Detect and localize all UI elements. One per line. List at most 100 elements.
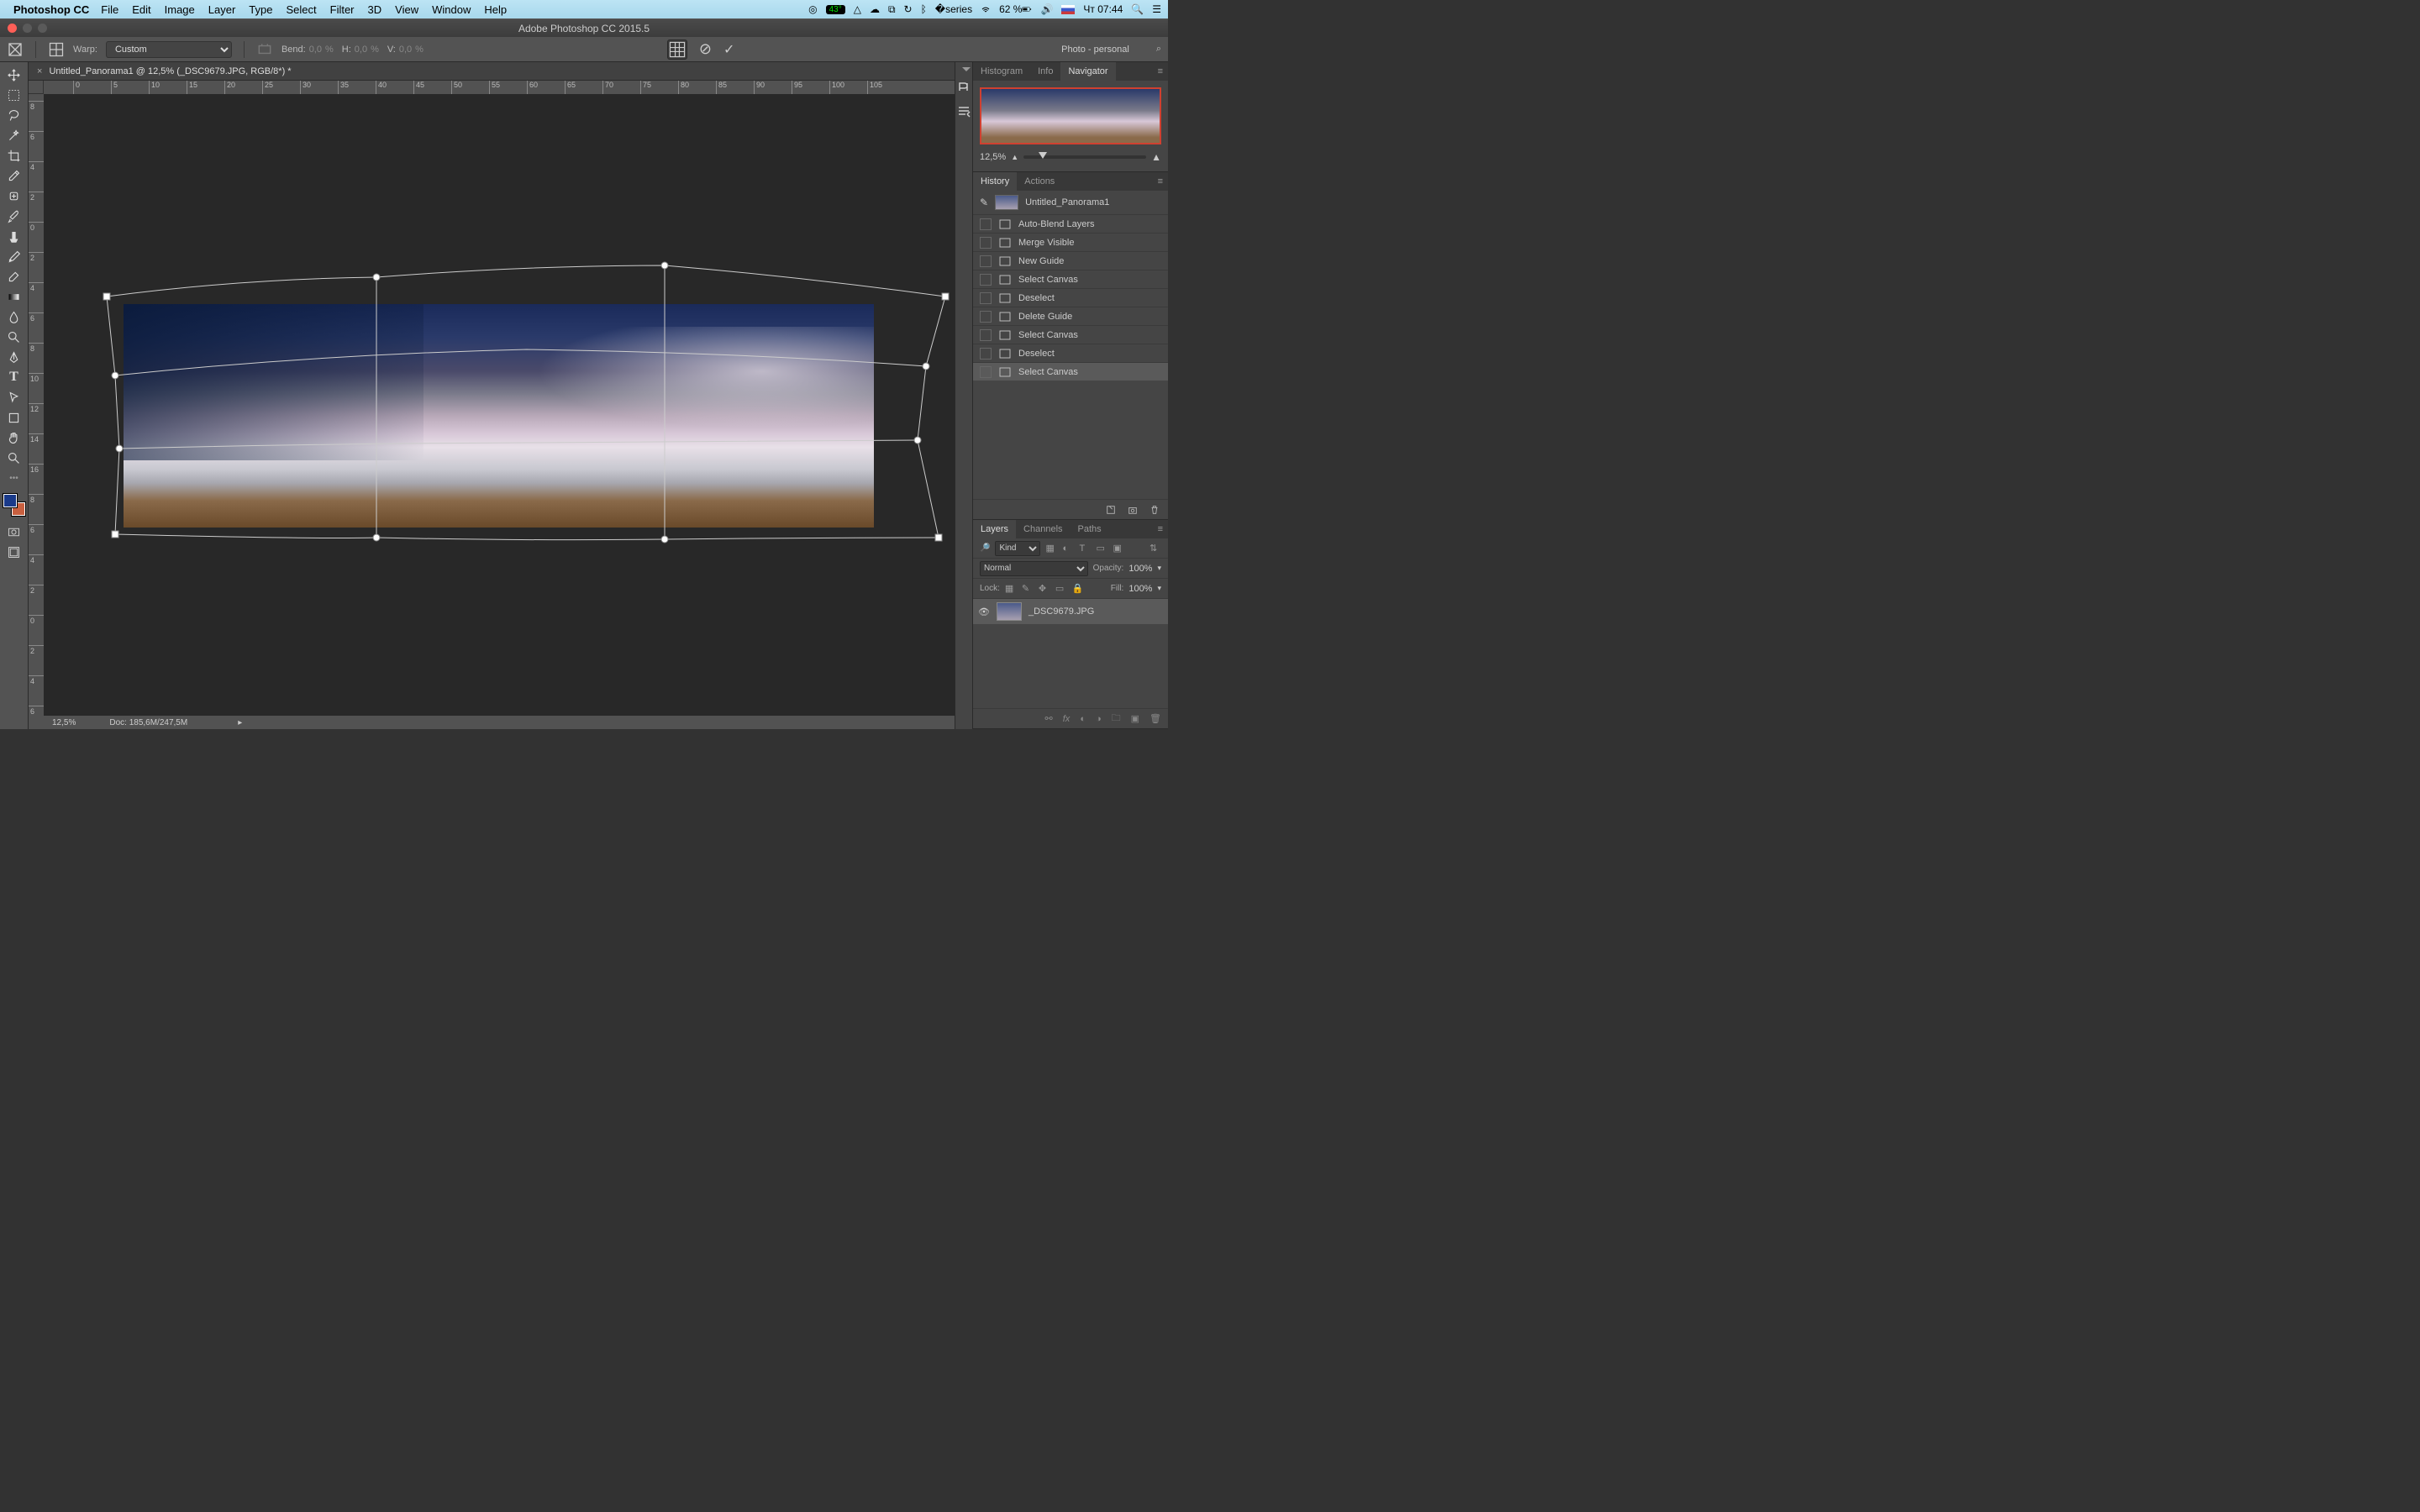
gdrive-icon[interactable]: △ <box>854 3 861 15</box>
tab-navigator[interactable]: Navigator <box>1060 62 1115 81</box>
history-state[interactable]: New Guide <box>973 251 1168 270</box>
new-snapshot-icon[interactable] <box>1128 505 1138 515</box>
close-tab-icon[interactable]: × <box>37 66 42 76</box>
status-zoom[interactable]: 12,5% <box>52 718 76 727</box>
warp-mesh-toggle[interactable] <box>667 39 687 60</box>
menu-layer[interactable]: Layer <box>208 3 236 16</box>
spotlight-icon[interactable]: 🔍 <box>1131 3 1144 15</box>
filter-toggle[interactable]: ⇅ <box>1150 543 1161 554</box>
window-close-button[interactable] <box>8 24 17 33</box>
navigator-zoom-slider[interactable] <box>1023 155 1146 159</box>
menu-window[interactable]: Window <box>432 3 471 16</box>
navigator-zoom-value[interactable]: 12,5% <box>980 152 1006 162</box>
window-minimize-button[interactable] <box>23 24 32 33</box>
h-value[interactable]: 0,0 <box>355 45 367 55</box>
status-flyout-icon[interactable]: ▸ <box>238 718 242 727</box>
lasso-tool[interactable] <box>3 106 25 124</box>
zoom-tool[interactable] <box>3 449 25 467</box>
paragraph-panel-icon[interactable] <box>956 104 971 119</box>
tab-actions[interactable]: Actions <box>1017 172 1062 191</box>
menu-image[interactable]: Image <box>165 3 195 16</box>
volume-icon[interactable]: 🔊 <box>1040 3 1053 15</box>
history-state[interactable]: Deselect <box>973 288 1168 307</box>
bend-value[interactable]: 0,0 <box>309 45 322 55</box>
navigator-thumbnail[interactable] <box>980 87 1161 144</box>
lock-pixels-icon[interactable]: ✎ <box>1022 583 1034 594</box>
menu-file[interactable]: File <box>101 3 118 16</box>
fill-value[interactable]: 100% <box>1128 584 1152 594</box>
document-tab[interactable]: × Untitled_Panorama1 @ 12,5% (_DSC9679.J… <box>29 62 955 81</box>
crop-tool[interactable] <box>3 146 25 165</box>
menu-view[interactable]: View <box>395 3 418 16</box>
history-source-checkbox[interactable] <box>980 237 992 249</box>
history-state[interactable]: Auto-Blend Layers <box>973 214 1168 233</box>
blur-tool[interactable] <box>3 307 25 326</box>
warp-preset-select[interactable]: Custom <box>106 41 232 58</box>
panel-menu-icon[interactable]: ≡ <box>1153 62 1168 81</box>
adjustment-layer-icon[interactable]: ◑ <box>1096 714 1102 724</box>
menu-3d[interactable]: 3D <box>368 3 382 16</box>
status-docsize[interactable]: Doc: 185,6M/247,5M <box>109 718 187 727</box>
layer-name[interactable]: _DSC9679.JPG <box>1028 606 1094 617</box>
workspace-switcher[interactable]: Photo - personal <box>1046 45 1144 55</box>
menu-filter[interactable]: Filter <box>330 3 355 16</box>
history-source-checkbox[interactable] <box>980 292 992 304</box>
history-source-checkbox[interactable] <box>980 311 992 323</box>
zoom-out-icon[interactable]: ▲ <box>1011 153 1018 161</box>
cloud-icon[interactable]: ☁ <box>870 3 880 15</box>
blend-mode-select[interactable]: Normal <box>980 561 1088 576</box>
orientation-icon[interactable] <box>256 41 273 58</box>
panel-menu-icon[interactable]: ≡ <box>1153 520 1168 538</box>
quickmask-toggle[interactable] <box>3 522 25 541</box>
history-source-checkbox[interactable] <box>980 274 992 286</box>
color-swatches[interactable] <box>3 494 25 516</box>
new-layer-icon[interactable]: ▣ <box>1131 713 1139 724</box>
filter-adjustment-icon[interactable]: ◐ <box>1062 543 1074 554</box>
transform-tool-icon[interactable] <box>7 41 24 58</box>
filter-shape-icon[interactable]: ▭ <box>1096 543 1107 554</box>
brush-tool[interactable] <box>3 207 25 225</box>
new-document-from-state-icon[interactable] <box>1106 505 1116 515</box>
opacity-value[interactable]: 100% <box>1128 564 1152 574</box>
filter-pixel-icon[interactable]: ▦ <box>1045 543 1057 554</box>
screenmode-toggle[interactable] <box>3 543 25 561</box>
grid-toggle-icon[interactable] <box>48 41 65 58</box>
dropbox-icon[interactable]: ⧉ <box>888 3 896 16</box>
filter-type-icon[interactable]: T <box>1079 543 1091 554</box>
gradient-tool[interactable] <box>3 287 25 306</box>
type-tool[interactable]: T <box>3 368 25 386</box>
horizontal-ruler[interactable]: 0510152025303540455055606570758085909510… <box>44 81 955 94</box>
magic-wand-tool[interactable] <box>3 126 25 144</box>
history-state[interactable]: Delete Guide <box>973 307 1168 325</box>
notification-center-icon[interactable]: ☰ <box>1152 3 1161 15</box>
history-source-checkbox[interactable] <box>980 255 992 267</box>
wifi-icon[interactable]: �series <box>935 3 972 15</box>
menu-edit[interactable]: Edit <box>132 3 150 16</box>
shape-tool[interactable] <box>3 408 25 427</box>
layer-filter-select[interactable]: Kind <box>995 541 1040 556</box>
character-panel-icon[interactable] <box>956 79 971 94</box>
canvas-stage[interactable] <box>44 94 955 716</box>
history-state[interactable]: Select Canvas <box>973 325 1168 344</box>
dodge-tool[interactable] <box>3 328 25 346</box>
lock-artboard-icon[interactable]: ▭ <box>1055 583 1067 594</box>
tab-info[interactable]: Info <box>1030 62 1060 81</box>
hand-tool[interactable] <box>3 428 25 447</box>
layer-row[interactable]: 👁 _DSC9679.JPG <box>973 599 1168 624</box>
delete-state-icon[interactable] <box>1150 505 1160 515</box>
pen-tool[interactable] <box>3 348 25 366</box>
ruler-origin[interactable] <box>29 81 44 94</box>
v-value[interactable]: 0,0 <box>399 45 412 55</box>
bluetooth-icon[interactable]: ᛒ <box>921 3 927 15</box>
menu-type[interactable]: Type <box>249 3 272 16</box>
history-state[interactable]: Select Canvas <box>973 362 1168 381</box>
cancel-transform-icon[interactable]: ⊘ <box>699 40 712 58</box>
move-tool[interactable] <box>3 66 25 84</box>
tab-histogram[interactable]: Histogram <box>973 62 1030 81</box>
zoom-in-icon[interactable]: ▲ <box>1151 151 1161 163</box>
history-source-checkbox[interactable] <box>980 348 992 360</box>
filter-smart-icon[interactable]: ▣ <box>1113 543 1124 554</box>
tab-channels[interactable]: Channels <box>1016 520 1070 538</box>
history-source-checkbox[interactable] <box>980 329 992 341</box>
lock-all-icon[interactable]: 🔒 <box>1072 583 1084 594</box>
